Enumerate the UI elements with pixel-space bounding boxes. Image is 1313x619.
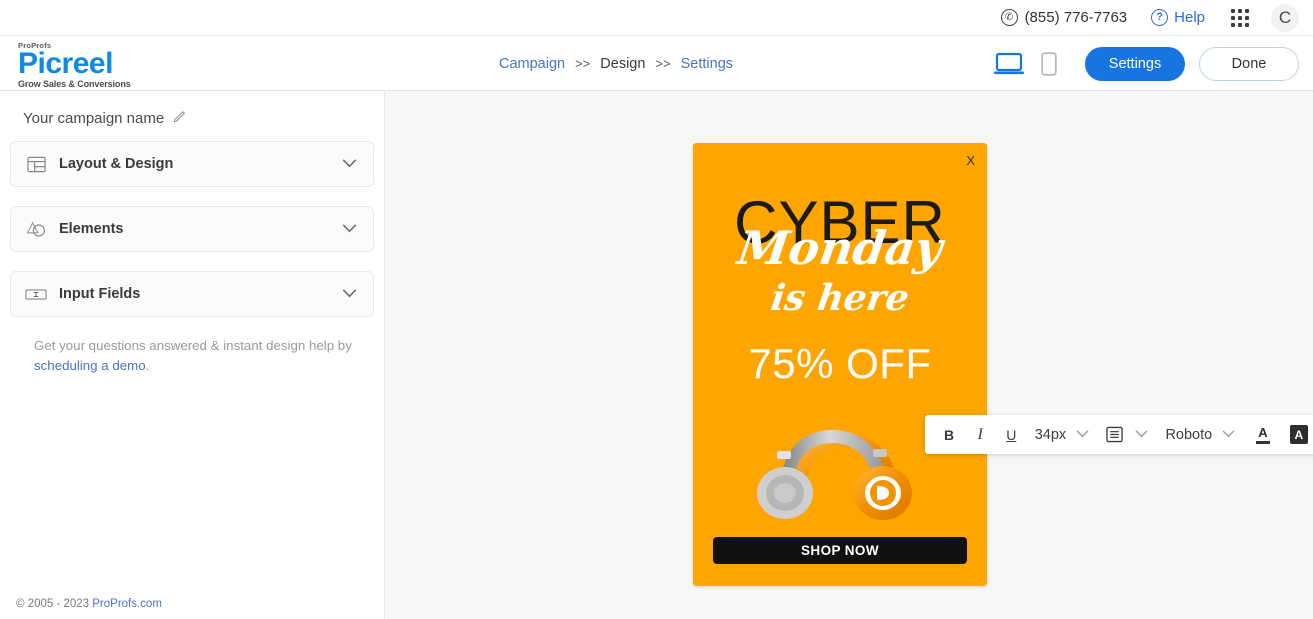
input-field-icon: [23, 287, 49, 302]
breadcrumb-item-settings[interactable]: Settings: [681, 56, 733, 72]
design-canvas[interactable]: X CYBER Monday is here 75% OFF SHOP NOW …: [385, 91, 1313, 619]
schedule-demo-link[interactable]: scheduling a demo: [34, 358, 146, 373]
align-justify-icon[interactable]: [1101, 420, 1129, 450]
chevron-down-icon[interactable]: [1129, 429, 1154, 441]
text-color-button[interactable]: A: [1249, 420, 1277, 450]
highlight-color-button[interactable]: A: [1285, 420, 1313, 450]
popup-subline[interactable]: is here: [693, 277, 987, 319]
logo-tagline: Grow Sales & Conversions: [18, 79, 131, 89]
layout-grid-icon: [23, 155, 49, 174]
avatar[interactable]: C: [1271, 3, 1299, 32]
breadcrumb-item-design[interactable]: Design: [600, 56, 645, 72]
text-color-label: A: [1258, 424, 1268, 440]
help-note-period: .: [145, 358, 150, 373]
breadcrumb-separator: >>: [655, 56, 671, 71]
copyright-text: © 2005 - 2023: [16, 598, 93, 610]
sidebar-accordion: Layout & Design Elements Input Fields: [10, 141, 374, 317]
popup-discount[interactable]: 75% OFF: [693, 341, 987, 387]
close-icon[interactable]: X: [966, 153, 975, 168]
help-label: Help: [1174, 9, 1205, 26]
chevron-down-icon[interactable]: [342, 220, 357, 238]
grid-apps-icon[interactable]: [1231, 8, 1249, 27]
chevron-down-icon[interactable]: [1216, 429, 1241, 441]
desktop-monitor-icon[interactable]: [989, 44, 1029, 84]
italic-button[interactable]: I: [966, 420, 994, 450]
chevron-down-icon[interactable]: [1070, 429, 1095, 441]
campaign-name-text: Your campaign name: [23, 109, 165, 127]
header-actions: Settings Done: [989, 36, 1299, 91]
font-family-value[interactable]: Roboto: [1161, 427, 1216, 443]
breadcrumb-item-campaign[interactable]: Campaign: [499, 56, 565, 72]
chevron-down-icon[interactable]: [342, 155, 357, 173]
font-size-value[interactable]: 34px: [1031, 427, 1070, 443]
sidebar-item-label: Input Fields: [59, 286, 141, 302]
sidebar: Your campaign name Layout & Design Eleme…: [0, 91, 385, 619]
campaign-name-row: Your campaign name: [0, 91, 384, 127]
breadcrumb-separator: >>: [575, 56, 591, 71]
support-phone[interactable]: ✆ (855) 776-7763: [1000, 9, 1128, 26]
highlight-label: A: [1289, 425, 1308, 444]
proprofs-link[interactable]: ProProfs.com: [92, 598, 162, 610]
main-header: ProProfs Picreel Grow Sales & Conversion…: [0, 36, 1313, 91]
breadcrumb: Campaign >> Design >> Settings: [499, 36, 733, 91]
settings-button-label: Settings: [1108, 55, 1162, 72]
mobile-phone-icon[interactable]: [1029, 44, 1069, 84]
sidebar-item-layout-design[interactable]: Layout & Design: [10, 141, 374, 187]
sidebar-item-label: Elements: [59, 221, 124, 237]
rich-text-toolbar: B I U 34px Roboto A A: [925, 415, 1313, 454]
campaign-popup-preview[interactable]: X CYBER Monday is here 75% OFF SHOP NOW: [693, 143, 987, 586]
utility-bar: ✆ (855) 776-7763 ? Help C: [0, 0, 1313, 36]
shop-now-button[interactable]: SHOP NOW: [713, 537, 967, 564]
shop-now-label: SHOP NOW: [801, 543, 879, 558]
help-note-text: Get your questions answered & instant de…: [34, 338, 352, 353]
done-button-label: Done: [1231, 55, 1267, 72]
shapes-icon: [23, 220, 49, 239]
sidebar-item-elements[interactable]: Elements: [10, 206, 374, 252]
done-button[interactable]: Done: [1199, 46, 1299, 81]
underline-button[interactable]: U: [997, 420, 1025, 450]
popup-script-word[interactable]: Monday: [693, 221, 987, 275]
settings-button[interactable]: Settings: [1085, 46, 1185, 81]
headphones-image[interactable]: [693, 393, 987, 528]
help-link[interactable]: ? Help: [1151, 9, 1205, 26]
bold-button[interactable]: B: [935, 420, 963, 450]
app-logo[interactable]: ProProfs Picreel Grow Sales & Conversion…: [18, 41, 131, 89]
pencil-edit-icon[interactable]: [173, 109, 187, 127]
app-root: ✆ (855) 776-7763 ? Help C ProProfs Picre…: [0, 0, 1313, 619]
question-circle-icon: ?: [1151, 9, 1169, 26]
sidebar-item-input-fields[interactable]: Input Fields: [10, 271, 374, 317]
sidebar-item-label: Layout & Design: [59, 156, 174, 172]
logo-name: Picreel: [18, 47, 113, 80]
phone-number: (855) 776-7763: [1024, 9, 1128, 26]
text-color-swatch: [1256, 440, 1270, 444]
phone-circle-icon: ✆: [1000, 9, 1018, 26]
footer-copyright: © 2005 - 2023 ProProfs.com: [16, 598, 162, 610]
sidebar-help-note: Get your questions answered & instant de…: [34, 336, 360, 376]
chevron-down-icon[interactable]: [342, 285, 357, 303]
avatar-initial: C: [1278, 7, 1292, 27]
